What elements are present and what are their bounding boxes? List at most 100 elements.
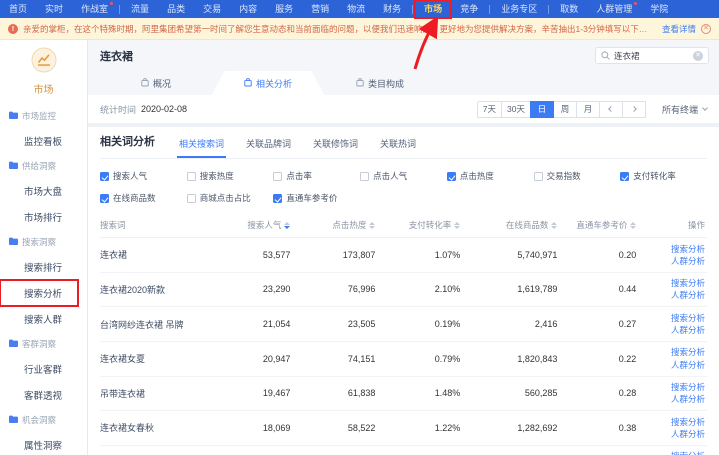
sort-icon[interactable] [369,222,375,229]
next-button[interactable] [622,101,646,118]
checkbox-icon[interactable] [534,172,543,181]
nav-item-实时[interactable]: 实时 [36,0,72,18]
sort-icon[interactable] [284,222,290,229]
filter-支付转化率[interactable]: 支付转化率 [620,170,707,182]
sidebar-section-搜索洞察[interactable]: 搜索洞察 [0,230,87,254]
checkbox-icon[interactable] [273,172,282,181]
col-header-点击热度[interactable]: 点击热度 [306,213,391,238]
subtab-关联热词[interactable]: 关联热词 [378,133,418,158]
nav-item-业务专区[interactable]: 业务专区 [492,0,546,18]
filter-点击人气[interactable]: 点击人气 [360,170,447,182]
range-button-月[interactable]: 月 [576,101,600,118]
tab-类目构成[interactable]: 类目构成 [324,71,436,95]
checkbox-checked-icon[interactable] [620,172,629,181]
search-icon [601,47,610,65]
range-button-周[interactable]: 周 [553,101,577,118]
nav-item-内容[interactable]: 内容 [230,0,266,18]
nav-item-竞争[interactable]: 竞争 [451,0,487,18]
sidebar-item-搜索人群[interactable]: 搜索人群 [0,306,87,332]
cell-metric: 62,090 [306,445,391,455]
sidebar-item-市场大盘[interactable]: 市场大盘 [0,178,87,204]
sidebar-item-客群透视[interactable]: 客群透视 [0,382,87,408]
sidebar-section-供给洞察[interactable]: 供给洞察 [0,154,87,178]
action-link-搜索分析[interactable]: 搜索分析 [652,450,705,455]
sort-icon[interactable] [454,222,460,229]
nav-item-品类[interactable]: 品类 [158,0,194,18]
checkbox-checked-icon[interactable] [273,194,282,203]
sidebar-item-搜索排行[interactable]: 搜索排行 [0,254,87,280]
col-header-在线商品数[interactable]: 在线商品数 [476,213,573,238]
clear-icon[interactable]: ✕ [693,51,703,61]
sidebar-item-市场排行[interactable]: 市场排行 [0,204,87,230]
nav-item-营销[interactable]: 营销 [302,0,338,18]
checkbox-icon[interactable] [360,172,369,181]
nav-item-人群管理[interactable]: 人群管理 [587,0,641,18]
tab-相关分析[interactable]: 相关分析 [212,71,324,95]
action-link-人群分析[interactable]: 人群分析 [652,324,705,336]
sort-icon[interactable] [551,222,557,229]
action-link-搜索分析[interactable]: 搜索分析 [652,346,705,358]
cell-metric: 2.10% [391,272,476,307]
nav-item-流量[interactable]: 流量 [122,0,158,18]
filter-直通车参考价[interactable]: 直通车参考价 [273,192,360,204]
checkbox-checked-icon[interactable] [447,172,456,181]
terminal-dropdown[interactable]: 所有终端 [662,103,707,116]
nav-item-物流[interactable]: 物流 [338,0,374,18]
nav-item-财务[interactable]: 财务 [374,0,410,18]
sidebar-item-搜索分析[interactable]: 搜索分析 [0,280,78,306]
checkbox-icon[interactable] [187,172,196,181]
col-header-支付转化率[interactable]: 支付转化率 [391,213,476,238]
action-link-人群分析[interactable]: 人群分析 [652,255,705,267]
filter-点击热度[interactable]: 点击热度 [447,170,534,182]
checkbox-icon[interactable] [187,194,196,203]
col-header-搜索人气[interactable]: 搜索人气 [227,213,306,238]
tab-概况[interactable]: 概况 [100,71,212,95]
range-button-日[interactable]: 日 [530,101,554,118]
nav-item-交易[interactable]: 交易 [194,0,230,18]
prev-button[interactable] [599,101,623,118]
notice-text: 亲爱的掌柜，在这个特殊时期，阿里集团希望第一时间了解您生意动态和当前面临的问题，… [23,23,655,35]
nav-item-服务[interactable]: 服务 [266,0,302,18]
range-button-30天[interactable]: 30天 [501,101,531,118]
nav-item-首页[interactable]: 首页 [0,0,36,18]
filter-搜索热度[interactable]: 搜索热度 [187,170,274,182]
range-button-7天[interactable]: 7天 [477,101,502,118]
filter-点击率[interactable]: 点击率 [273,170,360,182]
main-content: 连衣裙 ✕ 概况相关分析类目构成 统计时间 2020-02-08 7天30天日周… [88,40,719,455]
filter-商城点击占比[interactable]: 商城点击占比 [187,192,274,204]
action-link-搜索分析[interactable]: 搜索分析 [652,416,705,428]
action-link-人群分析[interactable]: 人群分析 [652,428,705,440]
subtab-相关搜索词[interactable]: 相关搜索词 [177,133,226,158]
subtab-关联修饰词[interactable]: 关联修饰词 [311,133,360,158]
filter-在线商品数[interactable]: 在线商品数 [100,192,187,204]
notice-detail-link[interactable]: 查看详情 [662,23,696,35]
filter-搜索人气[interactable]: 搜索人气 [100,170,187,182]
close-icon[interactable]: ✕ [701,24,711,34]
nav-item-市场[interactable]: 市场 [415,0,451,18]
subtab-关联品牌词[interactable]: 关联品牌词 [244,133,293,158]
search-input[interactable] [614,51,684,61]
action-link-搜索分析[interactable]: 搜索分析 [652,381,705,393]
sidebar-section-机会洞察[interactable]: 机会洞察 [0,408,87,432]
sort-icon[interactable] [630,222,636,229]
action-link-搜索分析[interactable]: 搜索分析 [652,277,705,289]
action-link-人群分析[interactable]: 人群分析 [652,393,705,405]
action-link-人群分析[interactable]: 人群分析 [652,289,705,301]
action-link-搜索分析[interactable]: 搜索分析 [652,243,705,255]
checkbox-checked-icon[interactable] [100,172,109,181]
action-link-人群分析[interactable]: 人群分析 [652,359,705,371]
sidebar-section-客群洞察[interactable]: 客群洞察 [0,332,87,356]
sidebar-item-监控看板[interactable]: 监控看板 [0,128,87,154]
market-logo-icon [31,47,57,78]
sidebar-section-市场监控[interactable]: 市场监控 [0,104,87,128]
sidebar-item-行业客群[interactable]: 行业客群 [0,356,87,382]
nav-item-作战室[interactable]: 作战室 [72,0,117,18]
filter-交易指数[interactable]: 交易指数 [534,170,621,182]
action-link-搜索分析[interactable]: 搜索分析 [652,312,705,324]
sidebar-section-label: 搜索洞察 [22,236,56,248]
nav-item-学院[interactable]: 学院 [641,0,677,18]
checkbox-checked-icon[interactable] [100,194,109,203]
col-header-直通车参考价[interactable]: 直通车参考价 [573,213,652,238]
nav-item-取数[interactable]: 取数 [551,0,587,18]
sidebar-item-属性洞察[interactable]: 属性洞察 [0,432,87,455]
